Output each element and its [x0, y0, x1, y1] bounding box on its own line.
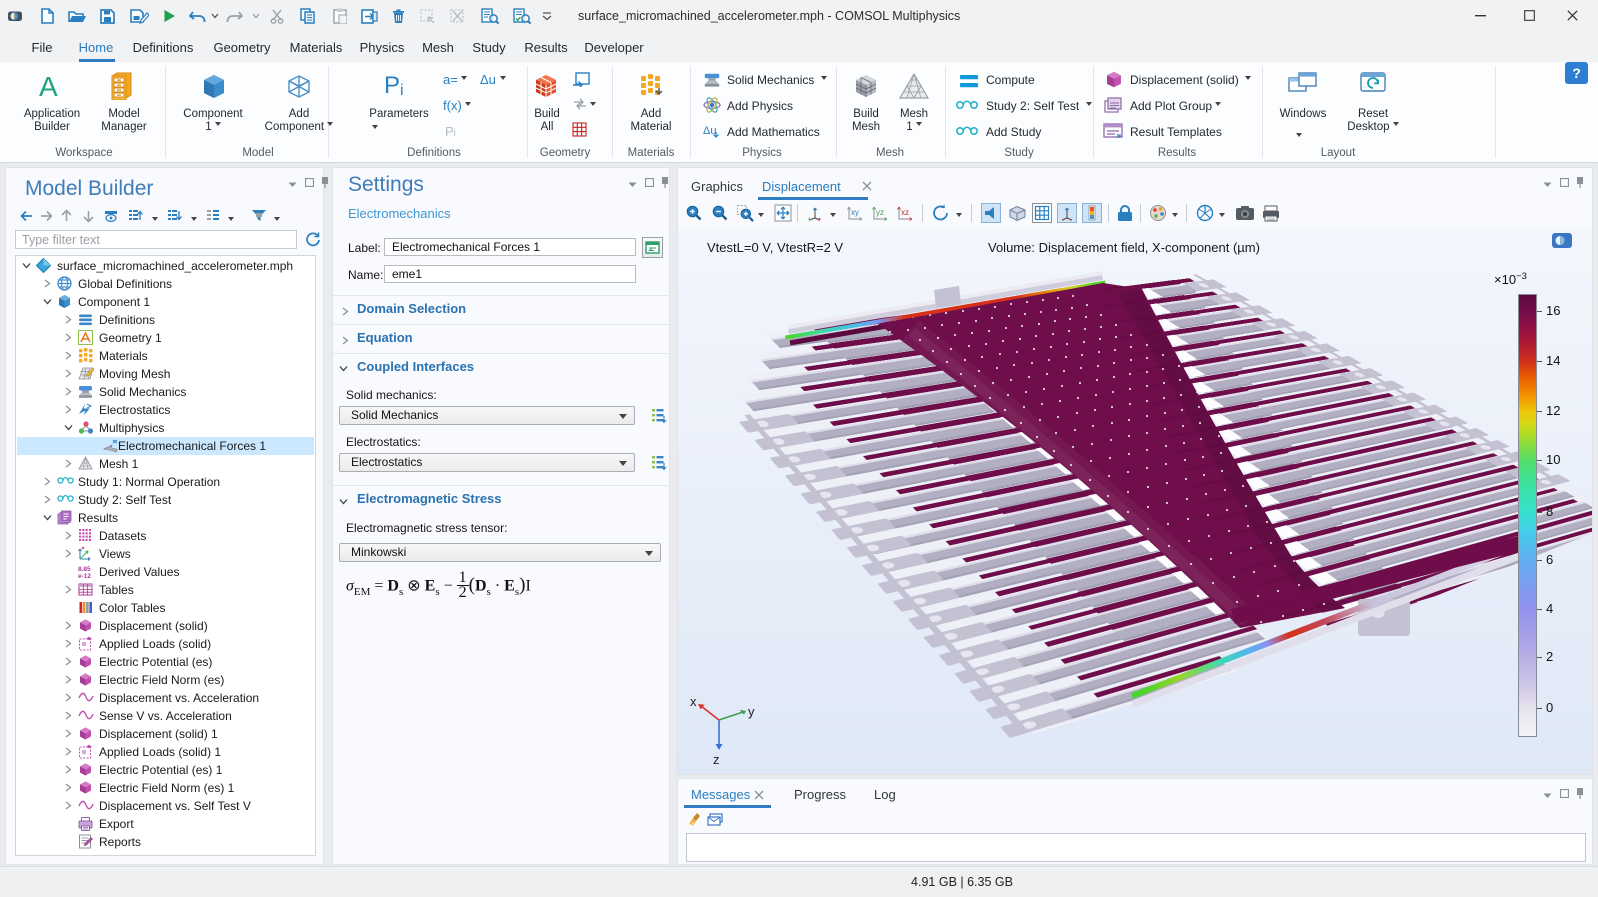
svg-text:xz: xz	[901, 208, 909, 217]
svg-text:Pi: Pi	[384, 72, 404, 98]
svg-text:xy: xy	[851, 208, 859, 217]
svg-text:A: A	[39, 72, 58, 100]
svg-text:e-12: e-12	[78, 573, 91, 579]
svg-text:8.85: 8.85	[78, 566, 91, 573]
svg-text:yz: yz	[876, 208, 884, 217]
